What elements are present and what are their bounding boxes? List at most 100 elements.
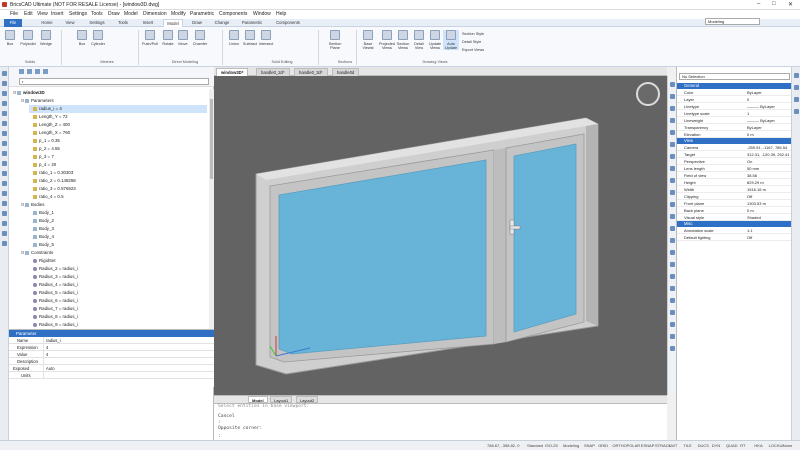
property-value[interactable]: 0 m (747, 207, 754, 214)
detail-style-button[interactable]: Detail Style (462, 40, 481, 44)
property-value[interactable]: Shaded (747, 214, 761, 221)
tree-item[interactable]: p_4 = 20 (29, 161, 207, 169)
tab-components[interactable]: Components (272, 19, 304, 27)
view-tool-icon[interactable] (670, 106, 675, 111)
property-value[interactable]: ByLayer (747, 89, 762, 96)
property-value[interactable]: 829.29 m (747, 179, 764, 186)
menu-help[interactable]: Help (276, 11, 286, 17)
section-plane-button[interactable]: Section Plane (324, 30, 346, 50)
param-row[interactable]: Expression 4 (9, 344, 214, 351)
tab-tools[interactable]: Tools (114, 19, 132, 27)
status-toggle[interactable]: None (783, 443, 793, 448)
union-button[interactable]: Union (226, 30, 242, 46)
base-views-button[interactable]: Base Viewst (360, 30, 376, 50)
property-value[interactable]: ——— ByLayer (747, 117, 775, 124)
panel-tool-icon[interactable] (794, 73, 799, 78)
menu-edit[interactable]: Edit (24, 11, 33, 17)
tool-icon[interactable] (2, 171, 7, 176)
subtract-button[interactable]: Subtract (242, 30, 258, 46)
tool-icon[interactable] (2, 231, 7, 236)
update-views-button[interactable]: Update Views (427, 30, 443, 50)
param-value[interactable] (43, 372, 46, 379)
property-value[interactable]: 1516.16 m (747, 186, 766, 193)
property-row[interactable]: Width 1516.16 m (677, 186, 792, 193)
param-row[interactable]: Description (9, 358, 214, 365)
param-row[interactable]: Value 4 (9, 351, 214, 358)
push-pull-button[interactable]: Push/Pull (142, 30, 158, 46)
view-tool-icon[interactable] (670, 82, 675, 87)
model-viewport[interactable] (214, 76, 667, 395)
menu-model[interactable]: Model (124, 11, 138, 17)
property-value[interactable]: 1303.53 m (747, 200, 766, 207)
property-row[interactable]: Visual style Shaded (677, 214, 792, 221)
tree-item[interactable]: p_2 = 4.55 (29, 145, 207, 153)
tab-change[interactable]: Change (211, 19, 233, 27)
tree-item[interactable]: Radius_9 = radius_i (29, 321, 207, 329)
property-row[interactable]: Front plane 1303.53 m (677, 200, 792, 207)
structure-tool-icon[interactable] (27, 69, 32, 74)
look-from-widget-icon[interactable] (636, 82, 660, 106)
property-row[interactable]: Elevation 0 m (677, 131, 792, 138)
status-toggle[interactable]: HKA (754, 443, 762, 448)
view-tool-icon[interactable] (670, 238, 675, 243)
view-tool-icon[interactable] (670, 166, 675, 171)
view-tool-icon[interactable] (670, 250, 675, 255)
status-dimstyle[interactable]: ISO-25 (545, 443, 558, 448)
status-toggle[interactable]: RT (740, 443, 745, 448)
panel-tool-icon[interactable] (794, 109, 799, 114)
tool-icon[interactable] (2, 191, 7, 196)
menu-draw[interactable]: Draw (108, 11, 120, 17)
view-tool-icon[interactable] (670, 298, 675, 303)
property-value[interactable]: 312.31, -120.39, 252.41 (747, 151, 789, 158)
tree-item[interactable]: Radius_7 = radius_i (29, 305, 207, 313)
property-row[interactable]: Target 312.31, -120.39, 252.41 (677, 151, 792, 158)
tree-item[interactable]: ⊟ Bodies (21, 201, 207, 209)
param-row[interactable]: Name radius_i (9, 337, 214, 344)
tree-item[interactable]: ratio_3 = 0.576923 (29, 185, 207, 193)
property-value[interactable]: 0 (747, 96, 749, 103)
box-button[interactable]: Box (2, 30, 18, 46)
property-value[interactable]: ByLayer (747, 124, 762, 131)
menu-modify[interactable]: Modify (171, 11, 186, 17)
menu-insert[interactable]: Insert (51, 11, 64, 17)
tool-icon[interactable] (2, 111, 7, 116)
view-tool-icon[interactable] (670, 178, 675, 183)
param-row[interactable]: Units (9, 372, 214, 379)
param-value[interactable] (43, 358, 46, 365)
tree-item[interactable]: Radius_5 = radius_i (29, 289, 207, 297)
structure-tool-icon[interactable] (35, 69, 40, 74)
move-button[interactable]: Move (175, 30, 191, 46)
tree-item[interactable]: ratio_4 = 0.5 (29, 193, 207, 201)
mesh-box-button[interactable]: Box (74, 30, 90, 46)
panel-tool-icon[interactable] (794, 85, 799, 90)
property-row[interactable]: Camera -259.91, -1167, 785.54 (677, 144, 792, 151)
tool-icon[interactable] (2, 71, 7, 76)
chamfer-button[interactable]: Chamfer (192, 30, 208, 46)
tab-view[interactable]: View (62, 19, 78, 27)
status-toggle[interactable]: DYN (712, 443, 720, 448)
structure-tool-icon[interactable] (19, 69, 24, 74)
projected-views-button[interactable]: Projected Views (377, 30, 397, 50)
tab-home[interactable]: Home (38, 19, 56, 27)
tool-icon[interactable] (2, 241, 7, 246)
view-tool-icon[interactable] (670, 334, 675, 339)
view-tool-icon[interactable] (670, 226, 675, 231)
view-tool-icon[interactable] (670, 118, 675, 123)
param-row[interactable]: Exposed Auto (9, 365, 214, 372)
menu-components[interactable]: Components (219, 11, 247, 17)
tool-icon[interactable] (2, 141, 7, 146)
status-toggle[interactable]: SNAP (584, 443, 595, 448)
drawing-tab[interactable]: handle0_2d* (256, 68, 290, 76)
tree-item[interactable]: Radius_8 = radius_i (29, 313, 207, 321)
tree-item[interactable]: radius_i = 4 (29, 105, 207, 113)
tree-item[interactable]: Length_Z = 400 (29, 121, 207, 129)
menu-view[interactable]: View (37, 11, 48, 17)
property-row[interactable]: Default lighting Off (677, 234, 792, 241)
property-value[interactable]: Off (747, 193, 752, 200)
status-workspace[interactable]: Modeling (563, 443, 579, 448)
menu-settings[interactable]: Settings (69, 11, 87, 17)
property-row[interactable]: Linetype scale 1 (677, 110, 792, 117)
structure-search-input[interactable]: r (19, 78, 209, 85)
property-value[interactable]: -259.91, -1167, 785.54 (747, 144, 787, 151)
tree-item[interactable]: Radius_4 = radius_i (29, 281, 207, 289)
